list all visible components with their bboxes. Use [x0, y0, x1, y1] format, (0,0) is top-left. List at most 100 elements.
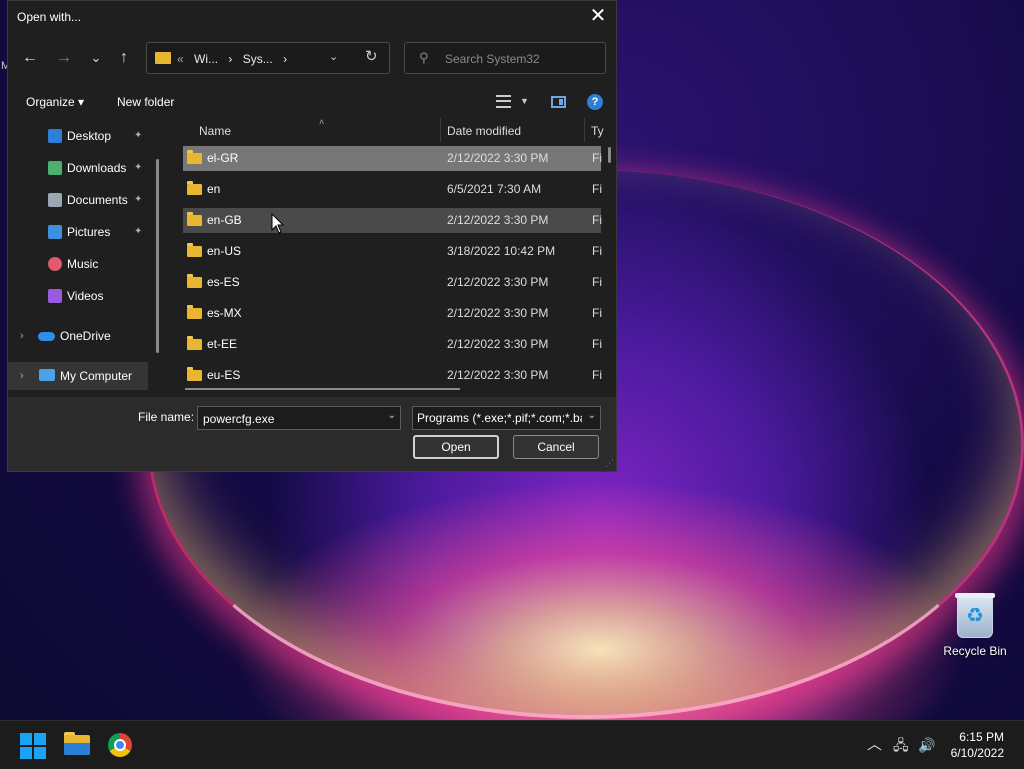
- windows-logo-tile: [20, 747, 32, 759]
- file-list-horizontal-scrollbar[interactable]: [185, 388, 460, 390]
- column-divider[interactable]: [584, 118, 585, 142]
- file-explorer-taskbar-icon[interactable]: [64, 731, 92, 759]
- refresh-button[interactable]: ↻: [365, 47, 378, 65]
- dialog-titlebar[interactable]: Open with... ✕: [8, 1, 616, 32]
- breadcrumb-windows[interactable]: Wi...: [194, 52, 218, 66]
- view-dropdown-icon[interactable]: ▼: [520, 96, 529, 106]
- documents-icon: [48, 193, 62, 207]
- volume-icon[interactable]: 🔊: [918, 721, 935, 769]
- recycle-bin-icon: ♻: [955, 593, 995, 638]
- file-type: Fi: [592, 275, 602, 289]
- file-row[interactable]: el-GR 2/12/2022 3:30 PM Fi: [183, 146, 602, 171]
- navigation-pane-scrollbar[interactable]: [156, 159, 159, 353]
- file-row[interactable]: en-US 3/18/2022 10:42 PM Fi: [183, 239, 602, 264]
- nav-item-label: OneDrive: [60, 329, 111, 343]
- preview-pane-icon[interactable]: [551, 96, 566, 108]
- view-options-icon[interactable]: [496, 95, 511, 108]
- navigation-pane: Desktop ✦ Downloads ✦ Documents ✦ Pictur…: [8, 117, 166, 397]
- nav-item-documents[interactable]: Documents ✦: [8, 186, 158, 214]
- folder-icon: [187, 181, 202, 195]
- file-row[interactable]: eu-ES 2/12/2022 3:30 PM Fi: [183, 363, 602, 388]
- organize-button[interactable]: Organize ▾: [26, 95, 84, 109]
- chevron-down-icon[interactable]: ⌄: [388, 410, 396, 421]
- file-type: Fi: [592, 182, 602, 196]
- recent-locations-button[interactable]: ⌄: [84, 43, 108, 73]
- resize-grip-icon[interactable]: ⋰: [605, 458, 614, 469]
- nav-item-label: Documents: [67, 193, 128, 207]
- file-name-combobox[interactable]: ⌄: [197, 406, 401, 430]
- windows-logo-tile: [34, 733, 46, 745]
- pin-icon: ✦: [134, 130, 143, 141]
- nav-item-label: Pictures: [67, 225, 111, 239]
- pin-icon: ✦: [134, 226, 143, 237]
- file-row[interactable]: en-GB 2/12/2022 3:30 PM Fi: [183, 208, 602, 233]
- folder-icon: [187, 243, 202, 257]
- nav-item-label: Videos: [67, 289, 104, 303]
- nav-item-videos[interactable]: Videos: [8, 282, 158, 310]
- computer-icon: [39, 369, 55, 381]
- file-type: Fi: [592, 368, 602, 382]
- file-name: es-MX: [207, 306, 242, 320]
- address-dropdown-button[interactable]: ⌄: [329, 50, 338, 63]
- breadcrumb-overflow[interactable]: «: [177, 52, 184, 66]
- breadcrumb-separator[interactable]: ›: [228, 52, 232, 66]
- expand-chevron-icon[interactable]: ›: [20, 322, 24, 350]
- column-header-row: ˄ Name Date modified Ty: [173, 117, 617, 145]
- forward-button[interactable]: →: [52, 43, 76, 73]
- show-hidden-icons-chevron-icon[interactable]: ︿: [867, 721, 882, 769]
- chevron-down-icon[interactable]: ⌄: [588, 410, 596, 421]
- folder-icon: [187, 212, 202, 226]
- address-bar[interactable]: « Wi... › Sys... › ⌄ ↻: [146, 42, 390, 74]
- file-type-select[interactable]: Programs (*.exe;*.pif;*.com;*.bat;*.cmd)…: [412, 406, 601, 430]
- help-icon[interactable]: ?: [587, 94, 603, 110]
- column-header-type[interactable]: Ty: [591, 124, 604, 138]
- folder-icon: [187, 274, 202, 288]
- clock-time: 6:15 PM: [959, 730, 1004, 744]
- column-header-date[interactable]: Date modified: [447, 124, 521, 138]
- file-name-input[interactable]: [201, 410, 385, 428]
- file-row[interactable]: et-EE 2/12/2022 3:30 PM Fi: [183, 332, 602, 357]
- file-list-vertical-scrollbar[interactable]: [608, 147, 611, 163]
- search-box[interactable]: ⚲: [404, 42, 606, 74]
- nav-item-onedrive[interactable]: › OneDrive: [8, 322, 158, 350]
- music-icon: [48, 257, 62, 271]
- nav-item-my-computer[interactable]: › My Computer: [8, 362, 148, 390]
- clock-date: 6/10/2022: [950, 746, 1004, 760]
- file-name: en: [207, 182, 221, 196]
- nav-item-music[interactable]: Music: [8, 250, 158, 278]
- file-row[interactable]: es-MX 2/12/2022 3:30 PM Fi: [183, 301, 602, 326]
- breadcrumb-separator[interactable]: ›: [283, 52, 287, 66]
- nav-item-desktop[interactable]: Desktop ✦: [8, 122, 158, 150]
- nav-item-downloads[interactable]: Downloads ✦: [8, 154, 158, 182]
- back-button[interactable]: ←: [18, 43, 42, 73]
- up-button[interactable]: ↑: [112, 43, 136, 73]
- nav-item-pictures[interactable]: Pictures ✦: [8, 218, 158, 246]
- column-header-name[interactable]: Name: [199, 124, 231, 138]
- file-row[interactable]: en 6/5/2021 7:30 AM Fi: [183, 177, 602, 202]
- column-divider[interactable]: [440, 118, 441, 142]
- file-type-value: Programs (*.exe;*.pif;*.com;*.bat;*.cmd): [417, 411, 582, 425]
- folder-icon: [155, 52, 171, 64]
- search-input[interactable]: [443, 49, 602, 69]
- file-name: et-EE: [207, 337, 238, 351]
- new-folder-button[interactable]: New folder: [117, 95, 174, 109]
- dialog-title: Open with...: [17, 10, 82, 24]
- recycle-bin-shortcut[interactable]: ♻ Recycle Bin: [940, 593, 1010, 658]
- windows-logo-tile: [34, 747, 46, 759]
- network-icon[interactable]: 🖧: [893, 721, 909, 769]
- system-clock[interactable]: 6:15 PM 6/10/2022: [951, 729, 1004, 761]
- file-date: 2/12/2022 3:30 PM: [447, 368, 549, 382]
- nav-item-label: Music: [67, 257, 99, 271]
- breadcrumb-system32[interactable]: Sys...: [243, 52, 273, 66]
- file-date: 2/12/2022 3:30 PM: [447, 213, 549, 227]
- start-button[interactable]: [19, 732, 47, 760]
- open-button[interactable]: Open: [413, 435, 499, 459]
- expand-chevron-icon[interactable]: ›: [20, 362, 24, 390]
- videos-icon: [48, 289, 62, 303]
- chrome-taskbar-icon[interactable]: [108, 733, 132, 757]
- file-type: Fi: [592, 244, 602, 258]
- close-button[interactable]: ✕: [586, 5, 610, 27]
- cancel-button[interactable]: Cancel: [513, 435, 599, 459]
- file-row[interactable]: es-ES 2/12/2022 3:30 PM Fi: [183, 270, 602, 295]
- folder-icon: [187, 367, 202, 381]
